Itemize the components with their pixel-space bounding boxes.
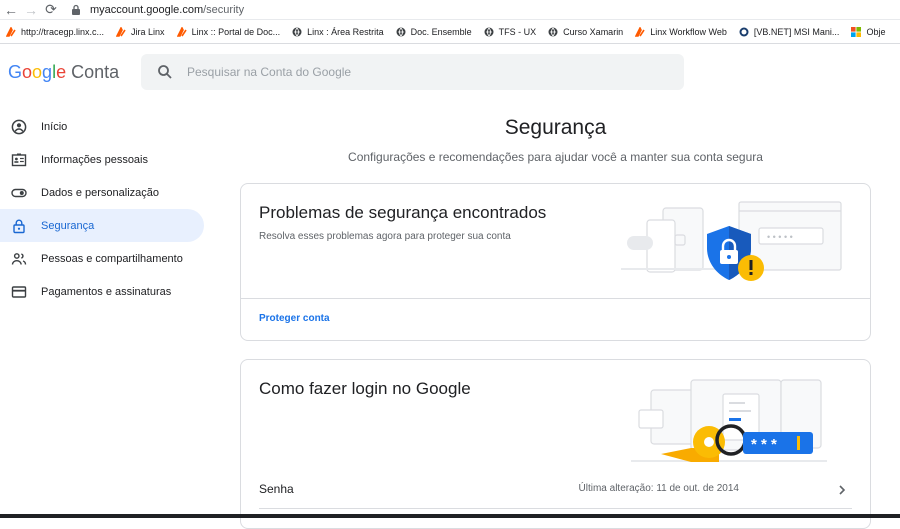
page-subtitle: Configurações e recomendações para ajuda… — [348, 150, 763, 164]
chevron-right-icon[interactable] — [836, 484, 848, 496]
password-last-changed: Última alteração: 11 de out. de 2014 — [578, 483, 739, 494]
bookmark-label: Linx Workflow Web — [650, 26, 727, 37]
svg-text:* * *: * * * — [751, 436, 777, 453]
bookmark-item[interactable]: http://tracegp.linx.c... — [6, 26, 105, 37]
google-account-header: Google Conta — [0, 44, 900, 102]
security-warning-illustration: • • • • • — [621, 201, 842, 281]
svg-text:• • • • •: • • • • • — [767, 232, 793, 242]
linx-icon — [176, 26, 187, 37]
sidebar-item-label: Segurança — [41, 219, 95, 232]
people-icon — [11, 252, 27, 265]
bookmark-label: Obje — [866, 26, 886, 37]
search-icon[interactable] — [157, 64, 173, 80]
account-circle-icon — [11, 119, 27, 134]
security-issues-title: Problemas de segurança encontrados — [259, 203, 547, 222]
card-divider — [241, 298, 870, 299]
lock-icon — [13, 219, 25, 233]
globe-icon — [548, 27, 558, 36]
page-title: Segurança — [504, 116, 607, 139]
logo-letter: G — [8, 62, 23, 82]
credit-card-icon — [11, 285, 27, 298]
microsoft-icon — [851, 26, 862, 37]
bookmark-label: Jira Linx — [131, 26, 165, 37]
sidebar-item-label: Dados e personalização — [41, 186, 160, 199]
back-arrow-icon[interactable]: ← — [2, 1, 20, 19]
globe-icon — [484, 27, 494, 36]
logo-letter: o — [32, 62, 43, 82]
logo-letter: o — [22, 62, 33, 82]
bookmark-item[interactable]: Curso Xamarin — [548, 27, 623, 37]
bookmark-label: TFS - UX — [498, 26, 537, 37]
url-field[interactable]: myaccount.google.com/security — [70, 4, 244, 16]
signin-title: Como fazer login no Google — [259, 379, 471, 398]
logo-suffix: Conta — [71, 62, 120, 82]
reload-icon[interactable]: ⟳ — [42, 1, 60, 19]
forward-arrow-icon[interactable]: → — [22, 1, 40, 19]
bookmark-label: http://tracegp.linx.c... — [21, 26, 105, 37]
bookmark-label: Linx :: Portal de Doc... — [191, 26, 281, 37]
bookmark-item[interactable]: Jira Linx — [116, 26, 165, 37]
sidebar-item-informacoes-pessoais[interactable]: Informações pessoais — [0, 143, 204, 176]
bookmark-item[interactable]: Linx :: Portal de Doc... — [176, 26, 281, 37]
toggle-icon — [11, 188, 27, 197]
linx-icon — [116, 26, 126, 37]
url-host: myaccount.google.com — [90, 3, 204, 16]
sidebar-item-pagamentos-assinaturas[interactable]: Pagamentos e assinaturas — [0, 275, 204, 308]
linx-icon — [6, 26, 16, 37]
window-bottom-edge — [0, 514, 900, 518]
sidebar-item-inicio[interactable]: Início — [0, 110, 204, 143]
bookmark-item[interactable]: Linx : Área Restrita — [292, 27, 384, 37]
signin-key-illustration: * * * — [631, 379, 827, 462]
bookmark-item[interactable]: Doc. Ensemble — [396, 27, 472, 37]
signin-card: Como fazer login no Google * * * Senha Ú… — [240, 359, 871, 529]
bookmarks-bar: http://tracegp.linx.c... Jira Linx Linx ::… — [0, 20, 900, 44]
sidebar-item-label: Início — [41, 120, 68, 133]
sidebar-item-label: Pessoas e compartilhamento — [41, 252, 183, 265]
vbnet-icon — [739, 27, 749, 36]
search-input[interactable] — [187, 65, 647, 79]
sidebar-item-pessoas-compartilhamento[interactable]: Pessoas e compartilhamento — [0, 242, 204, 275]
sidebar-item-label: Informações pessoais — [41, 153, 148, 166]
protect-account-link[interactable]: Proteger conta — [259, 313, 330, 324]
bookmark-item[interactable]: [VB.NET] MSI Mani... — [739, 26, 840, 37]
row-divider — [259, 508, 852, 509]
linx-icon — [635, 26, 645, 37]
sidebar-nav: Início Informações pessoais Dados e pers… — [0, 110, 210, 308]
browser-address-bar: ← → ⟳ myaccount.google.com/security — [0, 0, 900, 20]
bookmark-item[interactable]: Linx Workflow Web — [635, 26, 727, 37]
padlock-icon — [72, 4, 80, 15]
bookmark-label: Doc. Ensemble — [410, 26, 472, 37]
bookmark-item[interactable]: Obje — [851, 26, 886, 37]
security-issues-card: Problemas de segurança encontrados Resol… — [240, 183, 871, 341]
bookmark-label: Curso Xamarin — [563, 26, 624, 37]
account-search — [141, 54, 684, 90]
url-path: /security — [203, 3, 245, 16]
logo-letter: e — [56, 62, 67, 82]
id-card-icon — [11, 153, 27, 166]
bookmark-item[interactable]: TFS - UX — [484, 26, 537, 37]
sidebar-item-label: Pagamentos e assinaturas — [41, 285, 172, 298]
sidebar-item-dados-personalizacao[interactable]: Dados e personalização — [0, 176, 204, 209]
sidebar-item-seguranca[interactable]: Segurança — [0, 209, 204, 242]
globe-icon — [396, 27, 406, 36]
bookmark-label: [VB.NET] MSI Mani... — [753, 26, 840, 37]
globe-icon — [292, 27, 302, 36]
google-account-logo[interactable]: Google Conta — [8, 62, 119, 83]
security-issues-description: Resolva esses problemas agora para prote… — [259, 231, 511, 242]
password-label[interactable]: Senha — [259, 482, 294, 496]
logo-letter: g — [42, 62, 53, 82]
bookmark-label: Linx : Área Restrita — [307, 26, 384, 37]
